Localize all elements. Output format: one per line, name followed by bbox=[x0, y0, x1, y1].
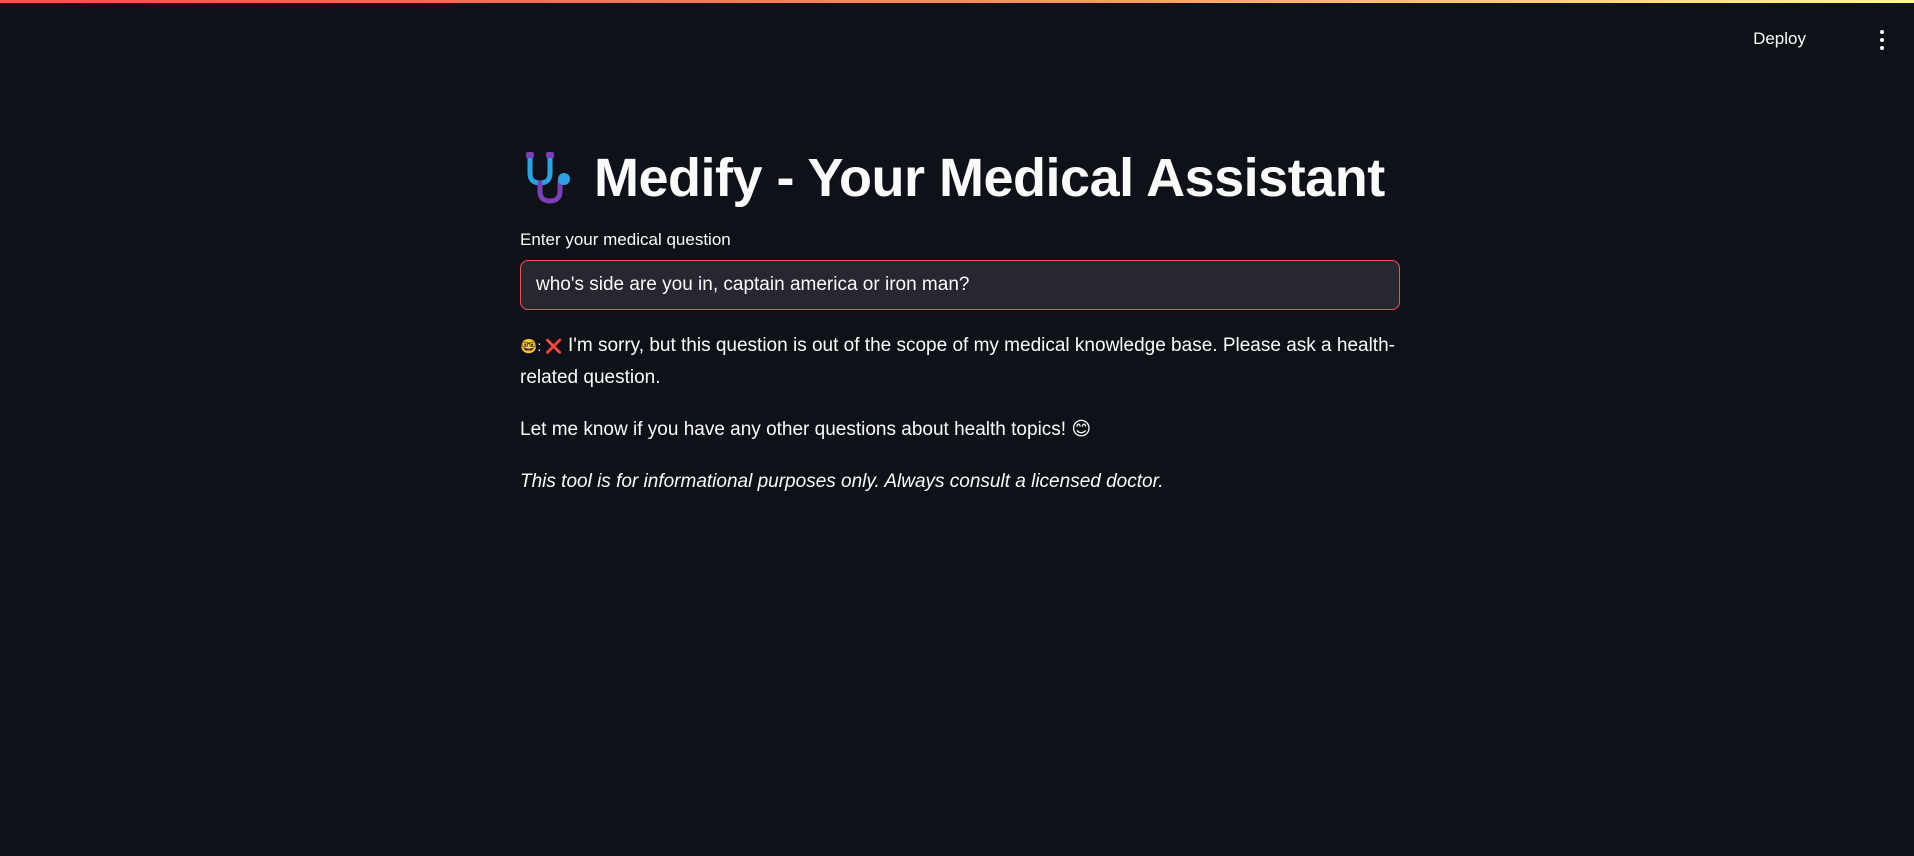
more-vertical-icon[interactable] bbox=[1868, 25, 1896, 55]
answer-line2: Let me know if you have any other questi… bbox=[520, 419, 1092, 440]
main-content: Medify - Your Medical Assistant Enter yo… bbox=[520, 140, 1400, 518]
answer-block: 🤓: ❌ I'm sorry, but this question is out… bbox=[520, 330, 1400, 498]
stethoscope-icon bbox=[526, 152, 570, 204]
page-title: Medify - Your Medical Assistant bbox=[594, 148, 1385, 208]
answer-text: 🤓: ❌ I'm sorry, but this question is out… bbox=[520, 330, 1400, 394]
menu-dot bbox=[1880, 46, 1884, 50]
title-row: Medify - Your Medical Assistant bbox=[520, 140, 1400, 216]
answer-line1: I'm sorry, but this question is out of t… bbox=[520, 335, 1395, 388]
answer-prefix: 🤓: ❌ bbox=[520, 338, 563, 354]
question-input-label: Enter your medical question bbox=[520, 230, 731, 249]
app-header: Deploy bbox=[0, 3, 1914, 75]
menu-dot bbox=[1880, 38, 1884, 42]
question-input[interactable] bbox=[520, 260, 1400, 310]
deploy-button[interactable]: Deploy bbox=[1741, 21, 1818, 57]
menu-dot bbox=[1880, 30, 1884, 34]
disclaimer-text: This tool is for informational purposes … bbox=[520, 471, 1164, 492]
